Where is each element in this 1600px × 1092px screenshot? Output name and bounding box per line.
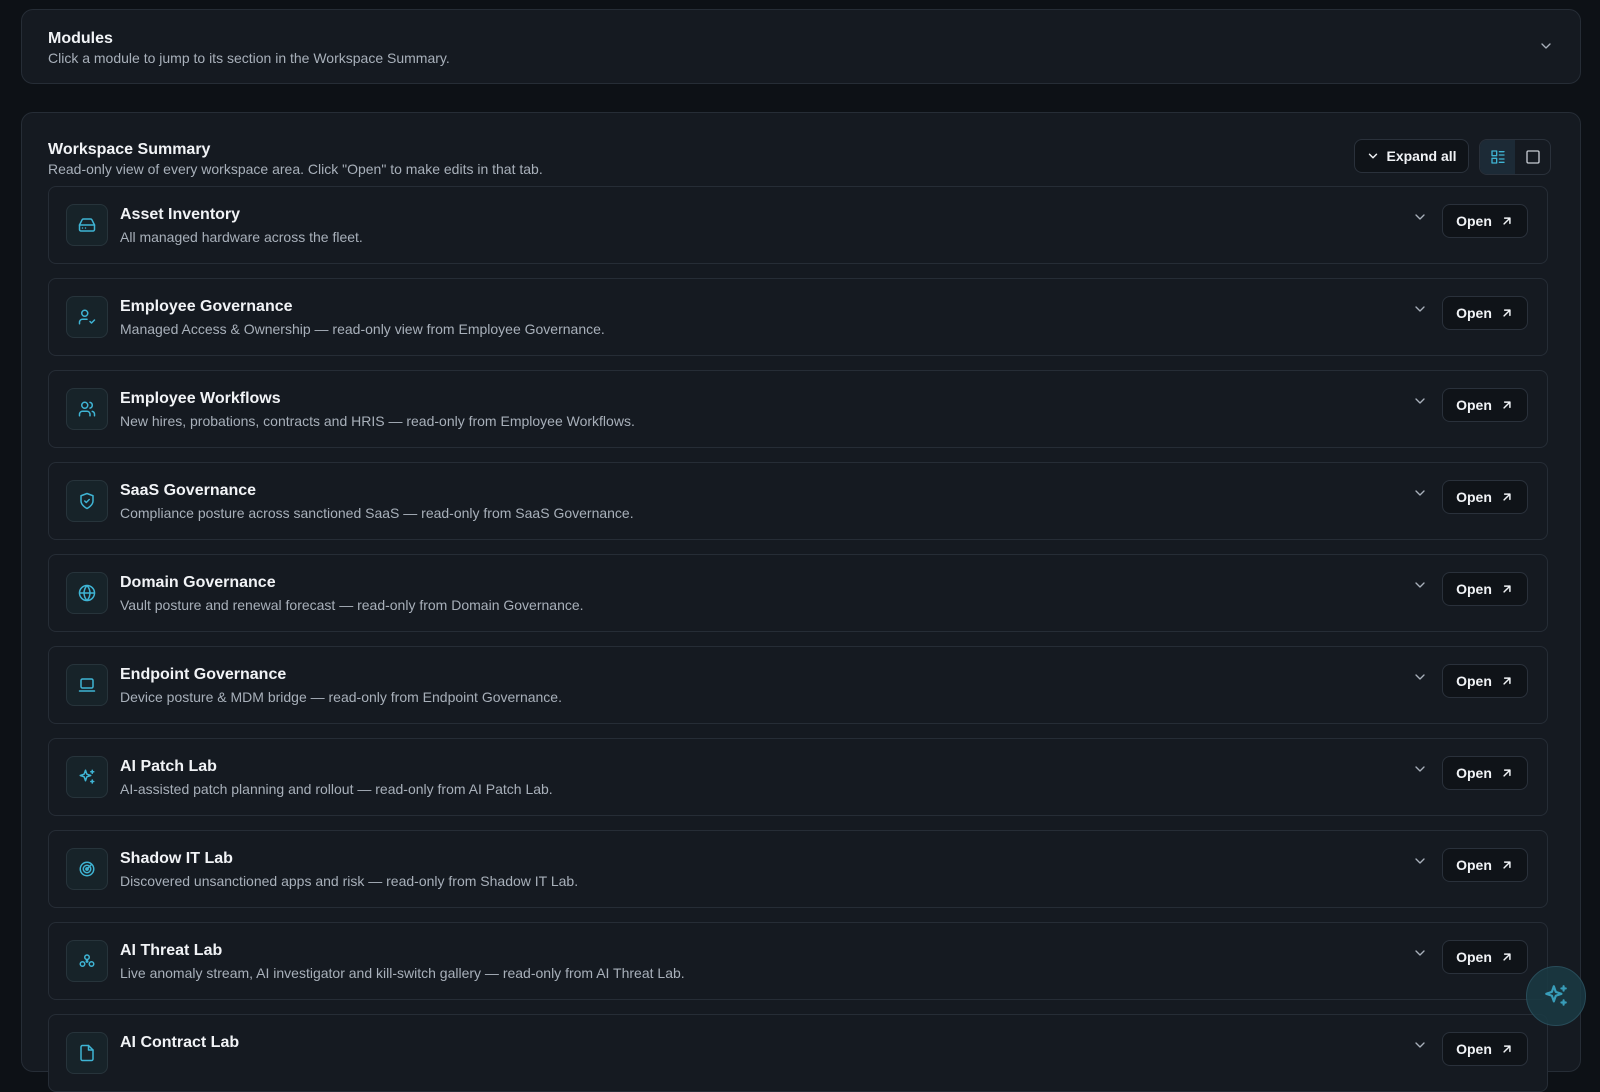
module-card-ai-contract-lab: AI Contract Lab Open — [48, 1014, 1548, 1092]
card-subtitle: Device posture & MDM bridge — read-only … — [120, 689, 562, 705]
arrow-up-right-icon — [1500, 1042, 1514, 1056]
open-button[interactable]: Open — [1442, 756, 1528, 790]
card-subtitle: Managed Access & Ownership — read-only v… — [120, 321, 605, 337]
square-icon — [1525, 149, 1541, 165]
arrow-up-right-icon — [1500, 766, 1514, 780]
arrow-up-right-icon — [1500, 490, 1514, 504]
open-button[interactable]: Open — [1442, 940, 1528, 974]
user-check-icon — [66, 296, 108, 338]
biohazard-icon — [66, 940, 108, 982]
sparkles-icon — [1543, 983, 1569, 1009]
open-label: Open — [1456, 489, 1492, 505]
chevron-down-icon[interactable] — [1412, 761, 1428, 777]
arrow-up-right-icon — [1500, 858, 1514, 872]
module-card-endpoint-governance: Endpoint Governance Device posture & MDM… — [48, 646, 1548, 724]
list-view-button[interactable] — [1480, 140, 1515, 174]
chevron-down-icon — [1366, 149, 1380, 163]
card-title: Asset Inventory — [120, 206, 241, 223]
open-label: Open — [1456, 213, 1492, 229]
open-label: Open — [1456, 305, 1492, 321]
card-title: Shadow IT Lab — [120, 850, 233, 867]
module-card-employee-workflows: Employee Workflows New hires, probations… — [48, 370, 1548, 448]
chevron-down-icon[interactable] — [1412, 945, 1428, 961]
users-icon — [66, 388, 108, 430]
open-button[interactable]: Open — [1442, 388, 1528, 422]
open-button[interactable]: Open — [1442, 480, 1528, 514]
card-subtitle: All managed hardware across the fleet. — [120, 229, 363, 245]
open-label: Open — [1456, 1041, 1492, 1057]
arrow-up-right-icon — [1500, 306, 1514, 320]
open-button[interactable]: Open — [1442, 848, 1528, 882]
card-title: Domain Governance — [120, 574, 276, 591]
card-title: Employee Workflows — [120, 390, 281, 407]
chevron-down-icon[interactable] — [1412, 393, 1428, 409]
modules-subtitle: Click a module to jump to its section in… — [48, 50, 450, 66]
arrow-up-right-icon — [1500, 582, 1514, 596]
card-view-button[interactable] — [1515, 140, 1550, 174]
chevron-down-icon[interactable] — [1412, 209, 1428, 225]
card-title: AI Patch Lab — [120, 758, 217, 775]
modules-collapse-chevron-icon[interactable] — [1538, 38, 1554, 54]
summary-title: Workspace Summary — [48, 141, 211, 158]
chevron-down-icon[interactable] — [1412, 301, 1428, 317]
open-label: Open — [1456, 857, 1492, 873]
open-button[interactable]: Open — [1442, 204, 1528, 238]
globe-icon — [66, 572, 108, 614]
ai-assistant-button[interactable] — [1526, 966, 1586, 1026]
open-button[interactable]: Open — [1442, 664, 1528, 698]
chevron-down-icon[interactable] — [1412, 669, 1428, 685]
module-card-domain-governance: Domain Governance Vault posture and rene… — [48, 554, 1548, 632]
module-card-asset-inventory: Asset Inventory All managed hardware acr… — [48, 186, 1548, 264]
module-card-ai-patch-lab: AI Patch Lab AI-assisted patch planning … — [48, 738, 1548, 816]
sparkles-icon — [66, 756, 108, 798]
card-subtitle: Discovered unsanctioned apps and risk — … — [120, 873, 579, 889]
modules-title: Modules — [48, 30, 113, 47]
open-label: Open — [1456, 765, 1492, 781]
open-label: Open — [1456, 397, 1492, 413]
card-title: Employee Governance — [120, 298, 293, 315]
shield-check-icon — [66, 480, 108, 522]
open-label: Open — [1456, 581, 1492, 597]
list-view-icon — [1490, 149, 1506, 165]
card-subtitle: Live anomaly stream, AI investigator and… — [120, 965, 685, 981]
card-subtitle: New hires, probations, contracts and HRI… — [120, 413, 635, 429]
arrow-up-right-icon — [1500, 950, 1514, 964]
open-button[interactable]: Open — [1442, 1032, 1528, 1066]
summary-subtitle: Read-only view of every workspace area. … — [48, 161, 543, 177]
open-label: Open — [1456, 949, 1492, 965]
card-title: AI Threat Lab — [120, 942, 223, 959]
modules-panel: Modules Click a module to jump to its se… — [21, 9, 1581, 84]
radar-icon — [66, 848, 108, 890]
card-subtitle: Vault posture and renewal forecast — rea… — [120, 597, 584, 613]
open-button[interactable]: Open — [1442, 296, 1528, 330]
arrow-up-right-icon — [1500, 214, 1514, 228]
card-subtitle: AI-assisted patch planning and rollout —… — [120, 781, 553, 797]
file-icon — [66, 1032, 108, 1074]
card-title: AI Contract Lab — [120, 1034, 240, 1051]
expand-all-button[interactable]: Expand all — [1354, 139, 1469, 173]
arrow-up-right-icon — [1500, 674, 1514, 688]
chevron-down-icon[interactable] — [1412, 485, 1428, 501]
module-card-employee-governance: Employee Governance Managed Access & Own… — [48, 278, 1548, 356]
hard-drive-icon — [66, 204, 108, 246]
chevron-down-icon[interactable] — [1412, 577, 1428, 593]
laptop-icon — [66, 664, 108, 706]
module-card-ai-threat-lab: AI Threat Lab Live anomaly stream, AI in… — [48, 922, 1548, 1000]
card-title: Endpoint Governance — [120, 666, 287, 683]
arrow-up-right-icon — [1500, 398, 1514, 412]
module-card-saas-governance: SaaS Governance Compliance posture acros… — [48, 462, 1548, 540]
view-toggle — [1479, 139, 1551, 175]
workspace-summary-panel: Workspace Summary Read-only view of ever… — [21, 112, 1581, 1092]
expand-all-label: Expand all — [1386, 148, 1457, 164]
chevron-down-icon[interactable] — [1412, 1037, 1428, 1053]
card-subtitle: Compliance posture across sanctioned Saa… — [120, 505, 634, 521]
open-button[interactable]: Open — [1442, 572, 1528, 606]
module-card-shadow-it-lab: Shadow IT Lab Discovered unsanctioned ap… — [48, 830, 1548, 908]
chevron-down-icon[interactable] — [1412, 853, 1428, 869]
open-label: Open — [1456, 673, 1492, 689]
card-title: SaaS Governance — [120, 482, 257, 499]
